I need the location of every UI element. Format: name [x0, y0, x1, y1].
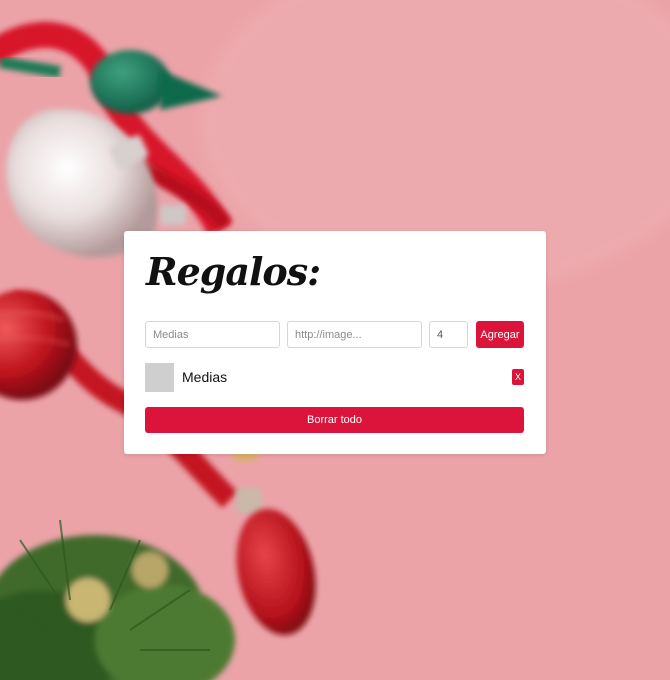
gift-thumbnail: [145, 363, 174, 392]
gift-name-input[interactable]: [145, 321, 280, 348]
clear-all-button[interactable]: Borrar todo: [145, 407, 524, 433]
close-icon[interactable]: X: [512, 369, 524, 385]
image-url-input[interactable]: [287, 321, 422, 348]
gifts-panel: Regalos: Agregar Medias X Borrar todo: [124, 231, 546, 454]
gift-list-item: Medias X: [145, 363, 524, 392]
page-title: Regalos:: [146, 249, 321, 294]
gift-item-name: Medias: [182, 369, 228, 385]
add-gift-button[interactable]: Agregar: [476, 321, 524, 348]
quantity-input[interactable]: [429, 321, 468, 348]
